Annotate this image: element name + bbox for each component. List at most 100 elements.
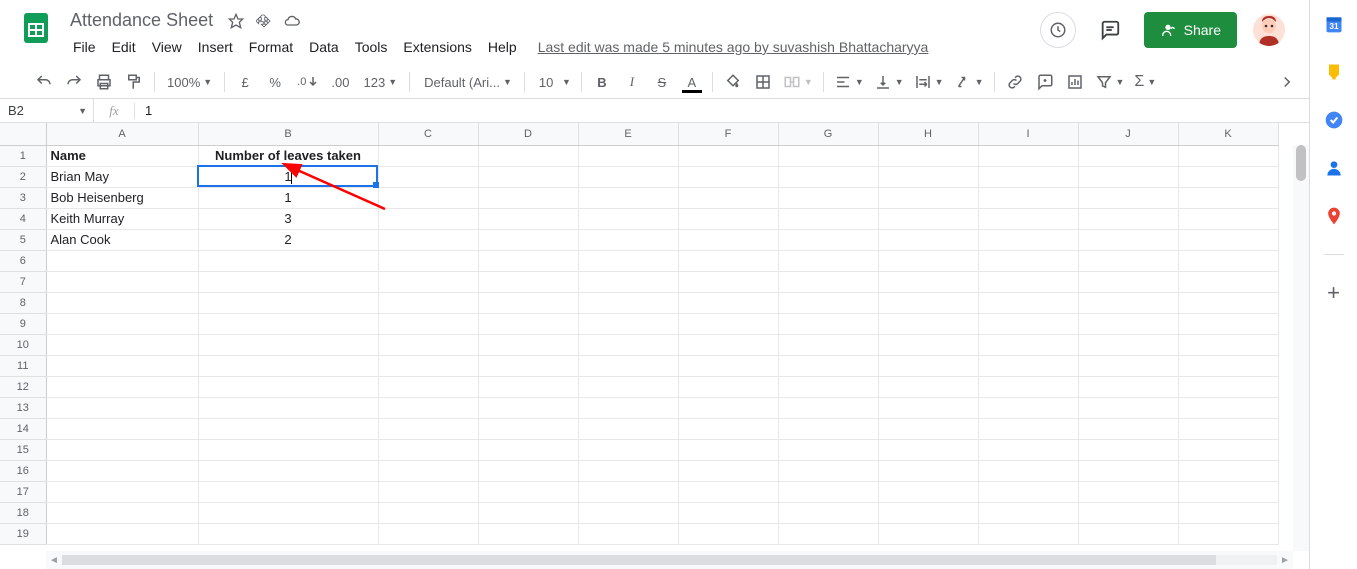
row-header[interactable]: 7 <box>0 271 46 292</box>
cell[interactable] <box>978 292 1078 313</box>
cell[interactable] <box>778 439 878 460</box>
menu-tools[interactable]: Tools <box>348 35 395 59</box>
cell[interactable] <box>778 397 878 418</box>
cell[interactable] <box>678 250 778 271</box>
sheets-logo[interactable] <box>16 8 56 48</box>
cell[interactable] <box>978 334 1078 355</box>
tasks-icon[interactable] <box>1324 110 1344 130</box>
insert-chart-button[interactable] <box>1061 68 1089 96</box>
cell[interactable] <box>1078 439 1178 460</box>
cell[interactable] <box>578 460 678 481</box>
cell[interactable] <box>978 355 1078 376</box>
cell[interactable] <box>1078 334 1178 355</box>
column-header[interactable]: C <box>378 123 478 145</box>
increase-decimal-button[interactable]: .00 <box>325 68 355 96</box>
cell[interactable] <box>1178 355 1278 376</box>
cell[interactable] <box>878 397 978 418</box>
cell[interactable] <box>378 376 478 397</box>
cell[interactable] <box>678 334 778 355</box>
cell[interactable] <box>1178 187 1278 208</box>
cell[interactable] <box>478 439 578 460</box>
column-header[interactable]: K <box>1178 123 1278 145</box>
cell[interactable] <box>46 439 198 460</box>
filter-button[interactable]: ▼ <box>1091 68 1129 96</box>
cell[interactable] <box>378 460 478 481</box>
cell[interactable] <box>1178 481 1278 502</box>
cell[interactable]: 1 <box>198 166 378 187</box>
calendar-icon[interactable]: 31 <box>1324 14 1344 34</box>
menu-insert[interactable]: Insert <box>191 35 240 59</box>
cell[interactable] <box>678 187 778 208</box>
cell[interactable] <box>978 523 1078 544</box>
cell[interactable]: Name <box>46 145 198 166</box>
cell[interactable] <box>198 502 378 523</box>
cell[interactable] <box>678 145 778 166</box>
cell[interactable] <box>778 145 878 166</box>
cell[interactable] <box>1178 313 1278 334</box>
cell[interactable] <box>378 229 478 250</box>
cell[interactable] <box>1178 397 1278 418</box>
cell[interactable] <box>878 460 978 481</box>
cell[interactable] <box>1078 208 1178 229</box>
comments-button[interactable] <box>1092 12 1128 48</box>
cell[interactable] <box>578 439 678 460</box>
cell[interactable] <box>198 250 378 271</box>
functions-button[interactable]: Σ▼ <box>1130 68 1160 96</box>
cell[interactable] <box>578 292 678 313</box>
cell[interactable] <box>1178 502 1278 523</box>
cell[interactable] <box>46 271 198 292</box>
cell[interactable] <box>578 355 678 376</box>
text-rotation-button[interactable]: ▼ <box>950 68 988 96</box>
keep-icon[interactable] <box>1324 62 1344 82</box>
cell[interactable] <box>678 418 778 439</box>
cell[interactable] <box>378 271 478 292</box>
insert-link-button[interactable] <box>1001 68 1029 96</box>
cell[interactable] <box>878 166 978 187</box>
cell[interactable]: Number of leaves taken <box>198 145 378 166</box>
last-edit-link[interactable]: Last edit was made 5 minutes ago by suva… <box>538 39 929 55</box>
cell[interactable] <box>778 460 878 481</box>
cell[interactable] <box>678 460 778 481</box>
row-header[interactable]: 14 <box>0 418 46 439</box>
cell[interactable] <box>878 313 978 334</box>
cell[interactable] <box>878 292 978 313</box>
cell[interactable] <box>878 208 978 229</box>
cell[interactable] <box>378 313 478 334</box>
cell[interactable] <box>378 145 478 166</box>
cell[interactable] <box>578 502 678 523</box>
cell[interactable] <box>1178 376 1278 397</box>
cell[interactable] <box>478 208 578 229</box>
cell[interactable] <box>778 502 878 523</box>
strikethrough-button[interactable]: S <box>648 68 676 96</box>
cell[interactable] <box>478 166 578 187</box>
cell[interactable] <box>478 145 578 166</box>
cell[interactable]: Brian May <box>46 166 198 187</box>
cell[interactable] <box>378 481 478 502</box>
cell[interactable] <box>46 313 198 334</box>
cell[interactable] <box>1078 313 1178 334</box>
cell[interactable] <box>1078 292 1178 313</box>
menu-help[interactable]: Help <box>481 35 524 59</box>
cell[interactable]: Alan Cook <box>46 229 198 250</box>
cell[interactable] <box>578 334 678 355</box>
italic-button[interactable]: I <box>618 68 646 96</box>
row-header[interactable]: 18 <box>0 502 46 523</box>
cell[interactable] <box>378 397 478 418</box>
cell[interactable] <box>46 481 198 502</box>
cell[interactable] <box>878 229 978 250</box>
cell[interactable] <box>878 334 978 355</box>
cell[interactable] <box>1078 250 1178 271</box>
version-history-button[interactable] <box>1040 12 1076 48</box>
row-header[interactable]: 11 <box>0 355 46 376</box>
formula-bar[interactable]: 1 <box>135 103 1309 118</box>
cell[interactable] <box>378 355 478 376</box>
cell[interactable] <box>678 313 778 334</box>
column-header[interactable]: I <box>978 123 1078 145</box>
vertical-scrollbar[interactable] <box>1293 145 1309 551</box>
toolbar-expand-button[interactable] <box>1273 68 1301 96</box>
cell[interactable] <box>878 439 978 460</box>
cell[interactable] <box>378 166 478 187</box>
menu-file[interactable]: File <box>66 35 103 59</box>
cell[interactable] <box>1078 187 1178 208</box>
cell[interactable] <box>478 313 578 334</box>
